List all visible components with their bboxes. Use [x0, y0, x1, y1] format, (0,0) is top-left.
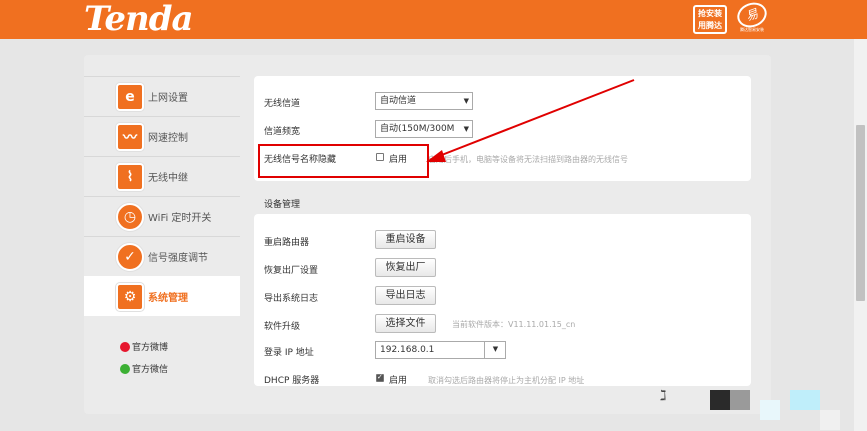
wechat-label: 官方微信: [132, 365, 169, 375]
wireless-repeater-icon: ⌇: [116, 162, 144, 191]
install-badge[interactable]: 抢安装 用腾达: [693, 5, 727, 34]
wechat-icon: [120, 363, 130, 374]
sidebar-item-speed-control[interactable]: 〰 网速控制: [84, 116, 240, 156]
sidebar-item-internet-settings[interactable]: e 上网设置: [84, 76, 240, 116]
reboot-button[interactable]: 重启设备: [375, 230, 436, 249]
sidebar-item-label: 无线中继: [148, 173, 188, 184]
firmware-version-hint: 当前软件版本：V11.11.01.15_cn: [452, 320, 576, 329]
sidebar-item-system-management[interactable]: ⚙ 系统管理: [84, 276, 240, 316]
internet-explorer-icon: e: [116, 82, 144, 111]
dhcp-server-label: DHCP 服务器: [264, 376, 320, 386]
sidebar-item-label: 系统管理: [148, 293, 188, 304]
factory-reset-label: 恢复出厂设置: [264, 266, 319, 276]
seal-caption: 腾达智易安装: [740, 27, 764, 32]
choose-file-button[interactable]: 选择文件: [375, 314, 436, 333]
install-badge-line1: 抢安装: [698, 9, 722, 18]
channel-select-value: 自动信道: [380, 96, 417, 106]
sidebar-item-label: 网速控制: [148, 133, 188, 144]
device-management-panel: [254, 214, 751, 386]
artifact-block: [790, 390, 820, 410]
weibo-icon: [120, 341, 130, 352]
official-wechat-link[interactable]: 官方微信: [120, 362, 168, 375]
export-log-button[interactable]: 导出日志: [375, 286, 436, 305]
sidebar-item-signal-strength[interactable]: ✓ 信号强度调节: [84, 236, 240, 276]
dhcp-server-checkbox[interactable]: [376, 373, 384, 382]
chevron-down-icon[interactable]: ▼: [484, 341, 506, 359]
sidebar-item-label: 上网设置: [148, 93, 188, 104]
channel-label: 无线信道: [264, 99, 301, 109]
sidebar-item-wireless-repeater[interactable]: ⌇ 无线中继: [84, 156, 240, 196]
annotation-arrow: [426, 79, 635, 162]
artifact-block: [760, 400, 780, 420]
sidebar-item-label: WiFi 定时开关: [148, 213, 212, 224]
factory-reset-button[interactable]: 恢复出厂: [375, 258, 436, 277]
weibo-label: 官方微博: [132, 343, 169, 353]
top-header-bar: Tenda 抢安装 用腾达 易 腾达智易安装: [0, 0, 867, 39]
export-log-label: 导出系统日志: [264, 294, 319, 304]
scrollbar-thumb[interactable]: [856, 125, 865, 301]
signal-strength-icon: ✓: [116, 242, 144, 271]
speed-wave-icon: 〰: [116, 122, 144, 151]
dhcp-hint: 取消勾选后路由器将停止为主机分配 IP 地址: [428, 376, 585, 385]
login-ip-value: 192.168.0.1: [380, 345, 435, 355]
artifact-block: [820, 410, 840, 430]
tenda-logo: Tenda: [84, 0, 194, 39]
highlight-box: [258, 144, 429, 178]
sidebar-item-wifi-timer[interactable]: ◷ WiFi 定时开关: [84, 196, 240, 236]
artifact-block: [710, 390, 730, 410]
sidebar-item-label: 信号强度调节: [148, 253, 208, 264]
reboot-label: 重启路由器: [264, 238, 310, 248]
login-ip-label: 登录 IP 地址: [264, 348, 314, 358]
artifact-glyph: ℷ: [660, 388, 667, 404]
official-weibo-link[interactable]: 官方微博: [120, 340, 168, 353]
timer-icon: ◷: [116, 202, 144, 231]
install-badge-line2: 用腾达: [698, 21, 722, 30]
dhcp-enable-label[interactable]: 启用: [389, 373, 407, 386]
bandwidth-label: 信道频宽: [264, 127, 301, 137]
device-management-title: 设备管理: [264, 200, 301, 210]
brand-seal-icon[interactable]: 易 腾达智易安装: [733, 0, 771, 36]
gear-icon: ⚙: [116, 282, 144, 311]
artifact-block: [730, 390, 750, 410]
firmware-upgrade-label: 软件升级: [264, 322, 301, 332]
